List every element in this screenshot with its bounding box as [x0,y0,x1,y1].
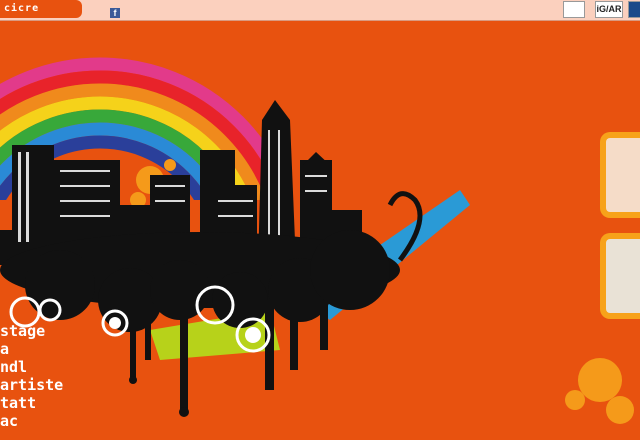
menu-item-stage[interactable]: stage [0,322,63,340]
menu-item-artiste[interactable]: artiste [0,376,63,394]
site-logo[interactable]: cicre [0,0,82,18]
featured-card-2[interactable] [600,233,640,319]
main-menu: stage a ndl artiste tatt ac [0,322,63,430]
partner-logo-igar[interactable]: iG/AR [595,1,623,18]
top-bar: cicre f iG/AR [0,0,640,21]
menu-item-a[interactable]: a [0,340,63,358]
menu-item-ac[interactable]: ac [0,412,63,430]
card-image-1 [606,138,640,212]
card-image-2 [606,239,640,313]
city-rainbow-artwork [0,57,640,440]
partner-logo-3[interactable] [628,1,640,18]
featured-card-1[interactable] [600,132,640,218]
menu-item-ndl[interactable]: ndl [0,358,63,376]
menu-item-tatt[interactable]: tatt [0,394,63,412]
facebook-icon[interactable]: f [110,8,120,18]
partner-logo-1[interactable] [563,1,585,18]
